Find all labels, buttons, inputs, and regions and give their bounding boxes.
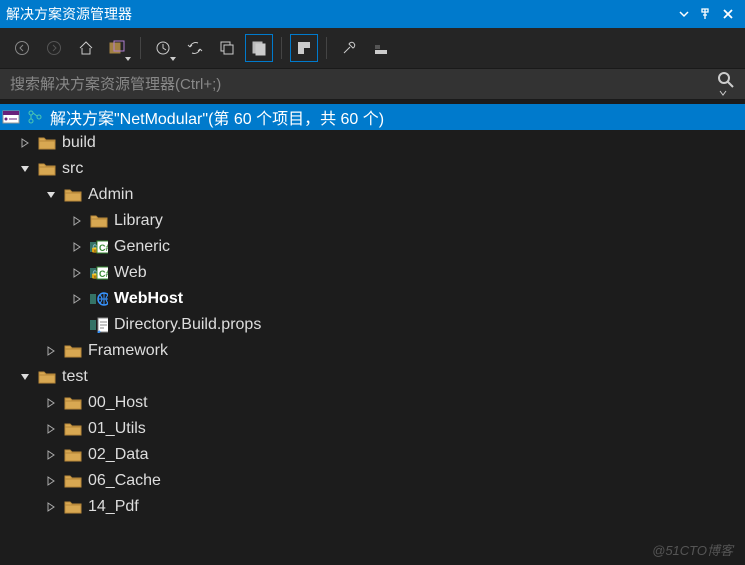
view-button[interactable] xyxy=(367,34,395,62)
tree-item-label: Framework xyxy=(88,342,168,360)
tree-item[interactable]: 🔒C# Web xyxy=(0,260,745,286)
tree-item[interactable]: 🔒C# Generic xyxy=(0,234,745,260)
git-icon xyxy=(26,108,44,126)
tree-item[interactable]: Framework xyxy=(0,338,745,364)
toolbar-separator xyxy=(326,37,327,59)
solution-icon xyxy=(2,108,20,126)
tree-item[interactable]: src xyxy=(0,156,745,182)
tree-item-label: Directory.Build.props xyxy=(114,316,261,334)
tree-item[interactable]: 02_Data xyxy=(0,442,745,468)
properties-button[interactable] xyxy=(335,34,363,62)
tree-item-label: 02_Data xyxy=(88,446,149,464)
watermark: @51CTO博客 xyxy=(652,540,733,559)
tree-item[interactable]: Library xyxy=(0,208,745,234)
folder-icon xyxy=(38,134,56,152)
folder-icon xyxy=(64,420,82,438)
expand-caret-icon[interactable] xyxy=(70,214,84,228)
forward-button[interactable] xyxy=(40,34,68,62)
tree-item[interactable]: test xyxy=(0,364,745,390)
expand-caret-icon[interactable] xyxy=(18,136,32,150)
solution-label: 解决方案"NetModular"(第 60 个项目，共 60 个) xyxy=(50,105,384,129)
tree-item-label: Library xyxy=(114,212,163,230)
folder-icon xyxy=(38,160,56,178)
folder-icon xyxy=(64,472,82,490)
expand-caret-icon[interactable] xyxy=(44,188,58,202)
svg-text:C#: C# xyxy=(99,269,108,279)
sync-button[interactable] xyxy=(181,34,209,62)
folder-icon xyxy=(64,446,82,464)
preview-selected-button[interactable] xyxy=(290,34,318,62)
expand-caret-icon[interactable] xyxy=(44,422,58,436)
expand-caret-icon[interactable] xyxy=(44,344,58,358)
tree-item-label: 01_Utils xyxy=(88,420,146,438)
webhost-icon xyxy=(90,290,108,308)
tree-item[interactable]: 00_Host xyxy=(0,390,745,416)
tree-item-label: 14_Pdf xyxy=(88,498,139,516)
folder-icon xyxy=(64,394,82,412)
pending-changes-button[interactable] xyxy=(149,34,177,62)
props-icon xyxy=(90,316,108,334)
tree-item[interactable]: 01_Utils xyxy=(0,416,745,442)
tree-item-label: 06_Cache xyxy=(88,472,161,490)
tree-item[interactable]: 14_Pdf xyxy=(0,494,745,520)
folder-icon xyxy=(64,186,82,204)
close-icon[interactable] xyxy=(717,3,739,25)
solution-tree: 解决方案"NetModular"(第 60 个项目，共 60 个) build s… xyxy=(0,100,745,524)
expand-caret-icon[interactable] xyxy=(44,474,58,488)
tree-item-label: src xyxy=(62,160,83,178)
folder-icon xyxy=(64,498,82,516)
dropdown-icon[interactable] xyxy=(673,3,695,25)
folder-icon xyxy=(38,368,56,386)
csproj-icon: 🔒C# xyxy=(90,264,108,282)
switch-views-button[interactable] xyxy=(104,34,132,62)
svg-text:C#: C# xyxy=(99,243,108,253)
tree-item[interactable]: Directory.Build.props xyxy=(0,312,745,338)
tree-item-label: build xyxy=(62,134,96,152)
expand-caret-icon[interactable] xyxy=(18,370,32,384)
tree-item[interactable]: build xyxy=(0,130,745,156)
toolbar xyxy=(0,28,745,68)
folder-icon xyxy=(64,342,82,360)
toolbar-separator xyxy=(140,37,141,59)
search-input[interactable] xyxy=(10,76,717,93)
toolbar-separator xyxy=(281,37,282,59)
show-all-files-button[interactable] xyxy=(245,34,273,62)
expand-caret-icon[interactable] xyxy=(44,448,58,462)
search-bar xyxy=(0,68,745,100)
back-button[interactable] xyxy=(8,34,36,62)
expand-caret-icon[interactable] xyxy=(70,240,84,254)
title-bar: 解决方案资源管理器 xyxy=(0,0,745,28)
expand-caret-icon[interactable] xyxy=(70,266,84,280)
collapse-all-button[interactable] xyxy=(213,34,241,62)
expand-caret-icon[interactable] xyxy=(18,162,32,176)
tree-item-label: test xyxy=(62,368,88,386)
tree-item-label: Generic xyxy=(114,238,170,256)
tree-item[interactable]: WebHost xyxy=(0,286,745,312)
tree-item-label: WebHost xyxy=(114,290,183,308)
expand-caret-icon[interactable] xyxy=(70,292,84,306)
csproj-icon: 🔒C# xyxy=(90,238,108,256)
expand-caret-icon[interactable] xyxy=(44,396,58,410)
search-icon[interactable] xyxy=(717,71,735,97)
tree-item[interactable]: 06_Cache xyxy=(0,468,745,494)
pin-icon[interactable] xyxy=(695,3,717,25)
solution-root[interactable]: 解决方案"NetModular"(第 60 个项目，共 60 个) xyxy=(0,104,745,130)
tree-item-label: Web xyxy=(114,264,147,282)
tree-item-label: 00_Host xyxy=(88,394,148,412)
expand-caret-icon[interactable] xyxy=(44,500,58,514)
panel-title: 解决方案资源管理器 xyxy=(6,4,673,24)
folder-icon xyxy=(90,212,108,230)
home-button[interactable] xyxy=(72,34,100,62)
tree-item-label: Admin xyxy=(88,186,133,204)
tree-item[interactable]: Admin xyxy=(0,182,745,208)
